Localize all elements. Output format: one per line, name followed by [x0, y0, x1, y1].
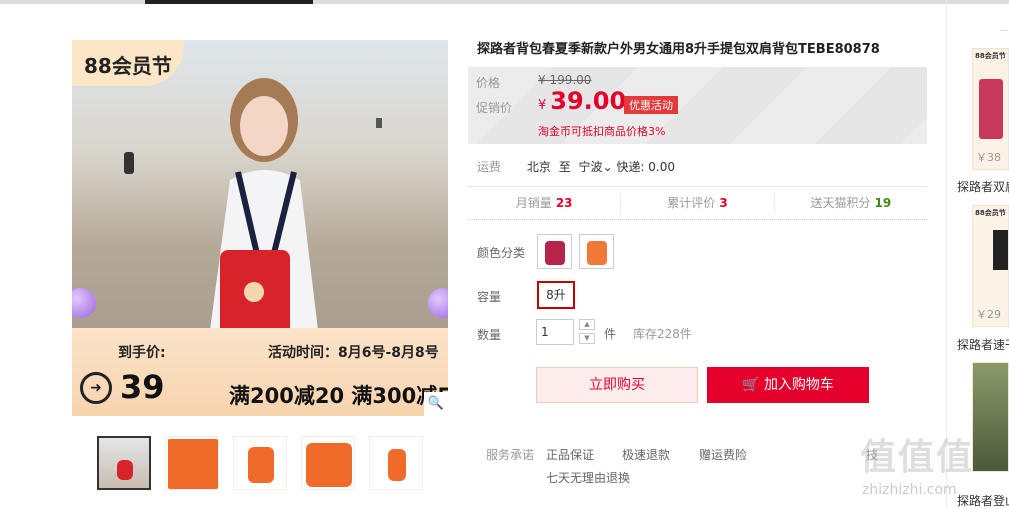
service-genuine[interactable]: 正品保证 — [546, 446, 594, 463]
price-panel: 价格 ¥ 199.00 促销价 ¥39.00 优惠活动 淘金币可抵扣商品价格3% — [468, 67, 927, 144]
cart-icon: 🛒 — [742, 377, 764, 393]
stock-count: 库存228件 — [633, 327, 692, 341]
model-figure — [210, 78, 318, 340]
stat-points: 送天猫积分 19 — [810, 196, 892, 210]
decor-sphere — [72, 288, 96, 318]
thumbnail-2[interactable] — [165, 436, 219, 490]
ship-to-select[interactable]: 宁波⌄ — [579, 160, 613, 174]
thumbnail-list — [97, 436, 437, 490]
stat-monthly-sales: 月销量 23 — [468, 193, 622, 213]
recommendation-item-1[interactable]: 88会员节 ￥38 — [972, 48, 1009, 170]
service-seven-day-return[interactable]: 七天无理由退换 — [546, 469, 630, 486]
bollard-far — [376, 118, 382, 128]
original-price: ¥ 199.00 — [538, 73, 592, 87]
coin-discount-note: 淘金币可抵扣商品价格3% — [538, 125, 666, 138]
promo-time: 活动时间：8月6号-8月8号 — [268, 345, 439, 361]
shipping-row: 运费 北京 至 宁波⌄ 快递: 0.00 — [477, 158, 675, 175]
capacity-option-8l[interactable]: 8升 — [537, 281, 575, 309]
ship-to-label: 至 — [558, 160, 571, 174]
capacity-label: 容量 — [477, 290, 502, 304]
express-fee: 快递: 0.00 — [616, 160, 676, 174]
watermark-logo: 值值值 — [860, 437, 975, 478]
quantity-unit: 件 — [604, 327, 617, 341]
top-bar — [0, 0, 1009, 4]
product-title: 探路者背包春夏季新款户外男女通用8升手提包双肩背包TEBE80878 — [477, 42, 880, 57]
stats-bar: 月销量 23 累计评价 3 送天猫积分 19 — [468, 186, 927, 220]
shipping-label: 运费 — [477, 160, 502, 174]
top-bar-accent — [145, 0, 313, 4]
thumbnail-4[interactable] — [301, 436, 355, 490]
promo-banner: 到手价: 活动时间：8月6号-8月8号 ➜ 39 满200减20 满300减50 — [72, 328, 448, 416]
thumbnail-5[interactable] — [369, 436, 423, 490]
promo-label: 到手价: — [118, 345, 166, 361]
quantity-decrease-icon[interactable]: ▼ — [579, 333, 595, 344]
arrow-icon: ➜ — [80, 372, 112, 404]
stat-reviews[interactable]: 累计评价 3 — [621, 193, 775, 213]
promo-activity-tag[interactable]: 优惠活动 — [624, 96, 678, 114]
recommendation-title-3[interactable]: 探路者登山 — [957, 492, 1009, 509]
divider — [1000, 30, 1008, 31]
thumbnail-1[interactable] — [97, 436, 151, 490]
recommendation-title-1[interactable]: 探路者双肩 — [957, 178, 1009, 195]
color-swatch-orange[interactable] — [579, 234, 614, 269]
quantity-increase-icon[interactable]: ▲ — [579, 319, 595, 330]
color-swatch-red[interactable] — [537, 234, 572, 269]
recommendation-title-2[interactable]: 探路者速干 — [957, 336, 1009, 353]
service-shipping-insurance[interactable]: 赠运费险 — [699, 446, 747, 463]
add-to-cart-button[interactable]: 🛒 加入购物车 — [707, 367, 869, 403]
buy-now-button[interactable]: 立即购买 — [536, 367, 698, 403]
watermark-url: zhizhizhi.com — [862, 482, 957, 498]
sale-price-label: 促销价 — [476, 101, 513, 115]
service-fast-refund[interactable]: 极速退款 — [622, 446, 670, 463]
main-product-image[interactable]: 88会员节 到手价: 活动时间：8月6号-8月8号 ➜ 39 满200减20 满… — [72, 40, 448, 416]
chevron-down-icon: ⌄ — [602, 160, 613, 174]
price-label: 价格 — [476, 76, 501, 90]
zoom-icon[interactable]: 🔍 — [424, 392, 448, 416]
quantity-label: 数量 — [477, 328, 502, 342]
quantity-input[interactable]: 1 — [536, 319, 574, 345]
sale-price: ¥39.00 — [538, 87, 627, 115]
promo-discount: 满200减20 满300减50 — [229, 384, 448, 408]
service-label: 服务承诺 — [486, 448, 535, 462]
color-label: 颜色分类 — [477, 246, 526, 260]
bollard — [124, 152, 134, 174]
recommendation-item-3[interactable] — [972, 362, 1009, 472]
decor-sphere — [428, 288, 448, 318]
ship-from: 北京 — [526, 160, 551, 174]
thumbnail-3[interactable] — [233, 436, 287, 490]
recommendation-item-2[interactable]: 88会员节 ￥29 — [972, 205, 1009, 327]
promo-price: 39 — [120, 368, 165, 406]
member-day-badge: 88会员节 — [72, 40, 184, 86]
